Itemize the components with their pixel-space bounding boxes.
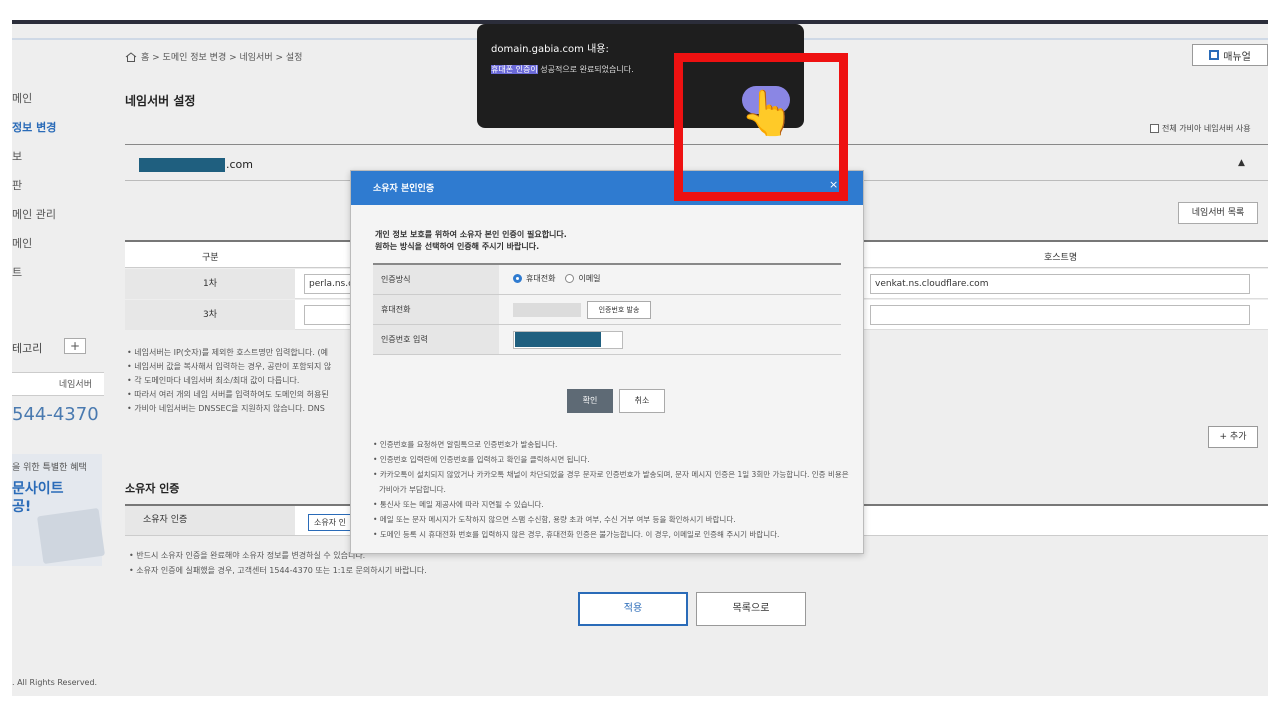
phone-redacted (513, 303, 581, 317)
hostname-input[interactable] (870, 305, 1250, 325)
method-radio-group: 휴대전화 이메일 (513, 273, 601, 284)
note-item: • 도메인 등록 시 휴대전화 번호를 입력하지 않은 경우, 휴대전화 인증은… (373, 530, 780, 539)
method-label: 인증방식 (373, 265, 499, 294)
owner-verification-modal: 소유자 본인인증 × 개인 정보 보호를 위하여 소유자 본인 인증이 필요합니… (350, 170, 864, 554)
confirm-button[interactable]: 확인 (567, 389, 613, 413)
nameserver-input[interactable] (304, 305, 352, 325)
code-label: 인증번호 입력 (373, 325, 499, 354)
category-label: 테고리 (12, 342, 43, 355)
banner-line2: 문사이트 (12, 481, 64, 497)
note-item: • 메일 또는 문자 메시지가 도착하지 않으면 스팸 수신함, 용량 초과 여… (373, 515, 736, 524)
domain-redacted (139, 158, 225, 172)
code-redacted (515, 332, 601, 347)
header-gubun: 구분 (202, 253, 219, 263)
hostname-input[interactable]: venkat.ns.cloudflare.com (870, 274, 1250, 294)
page-title: 네임서버 설정 (125, 94, 196, 108)
note-item: • 통신사 또는 메일 제공사에 따라 지연될 수 있습니다. (373, 500, 544, 509)
owner-label: 소유자 인증 (125, 506, 295, 535)
row-label: 1차 (125, 269, 295, 299)
alert-message-text: 성공적으로 완료되었습니다. (537, 65, 634, 74)
keyboard-image (36, 507, 106, 565)
back-to-list-button[interactable]: 목록으로 (696, 592, 806, 626)
note-item: • 인증번호 입력란에 인증번호를 입력하고 확인을 클릭하시면 됩니다. (373, 455, 590, 464)
collapse-arrow-icon[interactable]: ▲ (1238, 158, 1245, 168)
manual-icon (1209, 50, 1220, 60)
modal-intro: 개인 정보 보호를 위하여 소유자 본인 인증이 필요합니다. 원하는 방식을 … (375, 229, 567, 253)
manual-button[interactable]: 매뉴얼 (1192, 44, 1268, 66)
banner-line1: 을 위한 특별한 혜택 (12, 463, 87, 473)
intro-line: 원하는 방식을 선택하여 인증해 주시기 바랍니다. (375, 242, 540, 251)
nameserver-list-button[interactable]: 네임서버 목록 (1178, 202, 1258, 224)
breadcrumb: 홈 > 도메인 정보 변경 > 네임서버 > 설정 (125, 50, 302, 63)
sidebar: 메인 정보 변경 보 판 메인 관리 메인 트 (12, 84, 107, 287)
cancel-button[interactable]: 취소 (619, 389, 665, 413)
banner-line3: 공! (12, 499, 32, 515)
note-item: • 네임서버 값을 복사해서 입력하는 경우, 공란이 포함되지 않 (127, 362, 332, 371)
alert-message: 휴대폰 인증이 성공적으로 완료되었습니다. (491, 64, 634, 75)
note-item: • 따라서 여러 개의 네임 서버를 입력하여도 도메인의 허용된 (127, 390, 329, 399)
pointing-hand-icon: 👆 (740, 88, 795, 139)
intro-line: 개인 정보 보호를 위하여 소유자 본인 인증이 필요합니다. (375, 230, 567, 239)
phone-label: 휴대전화 (373, 295, 499, 324)
owner-verify-button[interactable]: 소유자 인 (308, 514, 352, 531)
modal-title: 소유자 본인인증 (373, 184, 435, 194)
bottom-margin (0, 696, 1280, 720)
sidebar-item-info-change[interactable]: 정보 변경 (12, 113, 107, 142)
home-icon[interactable] (125, 51, 137, 62)
radio-email-label[interactable]: 이메일 (578, 273, 600, 284)
all-nameserver-option[interactable]: 전체 가비아 네임서버 사용 (1150, 123, 1251, 134)
sidebar-tab-nameserver[interactable]: 네임서버 (12, 372, 104, 396)
radio-phone-label[interactable]: 휴대전화 (526, 273, 555, 284)
note-item: • 소유자 인증에 실패했을 경우, 고객센터 1544-4370 또는 1:1… (129, 566, 427, 575)
manual-label: 매뉴얼 (1223, 51, 1251, 63)
top-bar (0, 0, 1280, 22)
send-code-button[interactable]: 인증번호 발송 (587, 301, 651, 319)
support-phone: 544-4370 (12, 404, 99, 425)
sidebar-item-3[interactable]: 보 (12, 142, 107, 171)
row-label: 3차 (125, 300, 295, 330)
note-item: • 각 도메인마다 네임서버 최소/최대 값이 다릅니다. (127, 376, 300, 385)
apply-button[interactable]: 적용 (578, 592, 688, 626)
footer-copyright: . All Rights Reserved. (12, 678, 98, 687)
sidebar-item-domain-manage[interactable]: 메인 관리 (12, 200, 107, 229)
note-item: • 인증번호를 요청하면 알림톡으로 인증번호가 발송됩니다. (373, 440, 558, 449)
note-item: • 카카오톡이 설치되지 않았거나 카카오톡 채널이 차단되었을 경우 문자로 … (373, 470, 849, 494)
header-hostname: 호스트명 (1044, 253, 1078, 263)
breadcrumb-text: 홈 > 도메인 정보 변경 > 네임서버 > 설정 (141, 53, 303, 63)
all-nameserver-checkbox[interactable] (1150, 124, 1159, 133)
all-nameserver-label: 전체 가비아 네임서버 사용 (1162, 124, 1251, 133)
sidebar-item-7[interactable]: 트 (12, 258, 107, 287)
note-item: • 네임서버는 IP(숫자)를 제외한 호스트명만 입력합니다. (예 (127, 348, 328, 357)
alert-title: domain.gabia.com 내용: (491, 44, 609, 55)
radio-phone[interactable] (513, 274, 522, 283)
domain-suffix: .com (226, 158, 253, 171)
add-nameserver-button[interactable]: + 추가 (1208, 426, 1258, 448)
nameserver-input[interactable]: perla.ns.cl (304, 274, 352, 294)
radio-email[interactable] (565, 274, 575, 283)
owner-section-title: 소유자 인증 (125, 482, 180, 495)
sidebar-item-6[interactable]: 메인 (12, 229, 107, 258)
category-add-button[interactable]: + (64, 338, 86, 354)
sidebar-item-main[interactable]: 메인 (12, 84, 107, 113)
alert-highlight: 휴대폰 인증이 (491, 65, 538, 74)
note-item: • 가비아 네임서버는 DNSSEC을 지원하지 않습니다. DNS (127, 404, 325, 413)
nameserver-notes: • 네임서버는 IP(숫자)를 제외한 호스트명만 입력합니다. (예 • 네임… (127, 346, 357, 416)
modal-notes: • 인증번호를 요청하면 알림톡으로 인증번호가 발송됩니다. • 인증번호 입… (373, 437, 849, 542)
sidebar-item-4[interactable]: 판 (12, 171, 107, 200)
